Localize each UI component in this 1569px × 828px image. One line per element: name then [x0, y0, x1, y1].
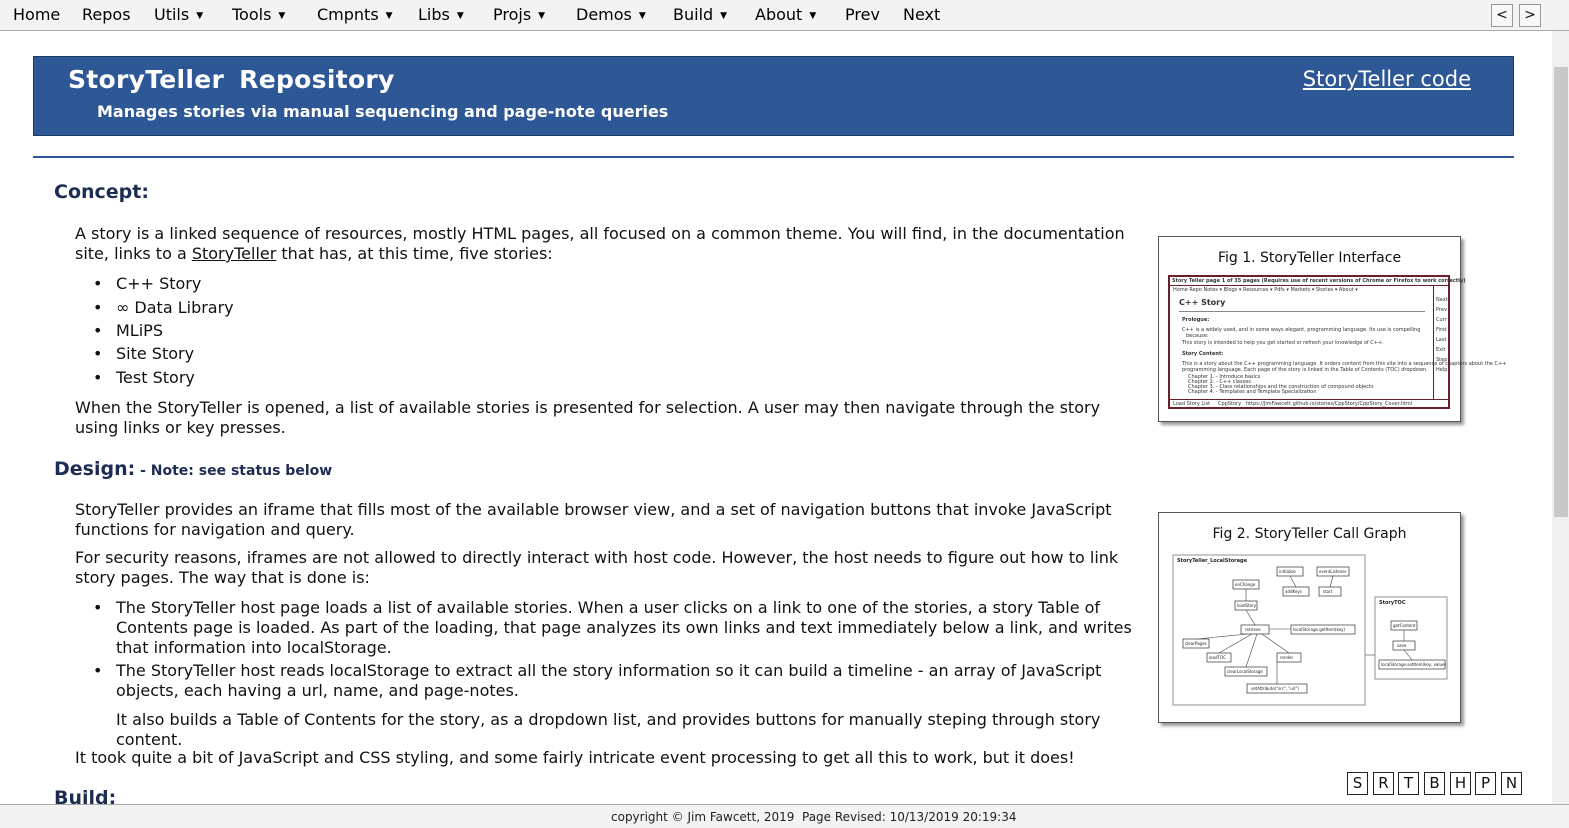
svg-text:StoryTeller_LocalStorage: StoryTeller_LocalStorage — [1177, 558, 1248, 564]
dropdown-caret-icon: ▼ — [720, 11, 728, 21]
dropdown-caret-icon: ▼ — [196, 11, 204, 21]
dropdown-caret-icon: ▼ — [538, 11, 546, 21]
design-status-note: - Note: see status below — [135, 463, 333, 479]
key-button-p[interactable]: P — [1475, 772, 1496, 795]
storyteller-code-link[interactable]: StoryTeller code — [1303, 67, 1471, 91]
svg-text:addKeys: addKeys — [1285, 589, 1302, 594]
header-divider — [33, 156, 1514, 158]
concept-heading: Concept: — [54, 181, 149, 203]
page-footer: copyright © Jim Fawcett, 2019 Page Revis… — [0, 804, 1569, 828]
menu-home[interactable]: Home — [13, 5, 60, 24]
vertical-scrollbar[interactable] — [1552, 31, 1569, 804]
key-button-r[interactable]: R — [1373, 772, 1394, 795]
dropdown-caret-icon: ▼ — [278, 11, 286, 21]
menu-about[interactable]: About ▼ — [755, 5, 816, 24]
figure-caption: Fig 2. StoryTeller Call Graph — [1212, 526, 1407, 542]
svg-text:loadTOC: loadTOC — [1209, 655, 1226, 660]
svg-text:onChange: onChange — [1235, 582, 1256, 587]
figure-storyteller-interface[interactable]: Fig 1. StoryTeller Interface Story Telle… — [1158, 236, 1506, 422]
svg-text:save: save — [1397, 643, 1407, 648]
call-graph-diagram: StoryTeller_LocalStorage StoryTOC initia… — [1172, 554, 1448, 706]
page-header-banner: StoryTeller Repository Manages stories v… — [33, 56, 1514, 136]
svg-text:getContent: getContent — [1393, 623, 1416, 628]
key-button-s[interactable]: S — [1347, 772, 1368, 795]
svg-text:render: render — [1280, 655, 1294, 660]
top-menu-bar: Home Repos Utils ▼ Tools ▼ Cmpnts ▼ Libs ▼ P… — [0, 0, 1569, 31]
menu-cmpnts[interactable]: Cmpnts ▼ — [317, 5, 393, 24]
dropdown-caret-icon: ▼ — [385, 11, 393, 21]
menu-utils[interactable]: Utils ▼ — [154, 5, 203, 24]
menu-next[interactable]: Next — [903, 5, 940, 24]
design-closing: It took quite a bit of JavaScript and CS… — [75, 748, 1075, 767]
svg-text:clearLocalStorage: clearLocalStorage — [1227, 669, 1263, 674]
figure-call-graph[interactable]: Fig 2. StoryTeller Call Graph StoryTelle… — [1158, 512, 1461, 723]
key-button-n[interactable]: N — [1501, 772, 1522, 795]
key-button-t[interactable]: T — [1398, 772, 1419, 795]
svg-text:loadStory: loadStory — [1237, 603, 1257, 608]
menu-prev[interactable]: Prev — [845, 5, 880, 24]
svg-text:StoryTOC: StoryTOC — [1379, 600, 1406, 606]
dropdown-caret-icon: ▼ — [638, 11, 646, 21]
prev-page-button[interactable]: < — [1491, 4, 1513, 27]
menu-projs[interactable]: Projs ▼ — [493, 5, 545, 24]
svg-text:retrieve: retrieve — [1245, 627, 1261, 632]
key-button-b[interactable]: B — [1424, 772, 1445, 795]
storyteller-screenshot-thumbnail: Story Teller page 1 of 35 pages (Require… — [1168, 275, 1506, 409]
menu-build[interactable]: Build ▼ — [673, 5, 727, 24]
scrollbar-thumb[interactable] — [1554, 67, 1568, 517]
svg-text:setAttribute("src", "url"): setAttribute("src", "url") — [1251, 686, 1299, 691]
page-subtitle: Manages stories via manual sequencing an… — [97, 102, 669, 121]
svg-text:localStorage.getItem(key): localStorage.getItem(key) — [1293, 627, 1345, 632]
svg-text:eventListener: eventListener — [1319, 569, 1347, 574]
menu-libs[interactable]: Libs ▼ — [418, 5, 464, 24]
page-title: StoryTeller Repository — [68, 65, 395, 94]
concept-outro: When the StoryTeller is opened, a list o… — [75, 398, 1101, 437]
design-heading: Design: - Note: see status below — [54, 458, 333, 480]
figure-caption: Fig 1. StoryTeller Interface — [1217, 250, 1402, 266]
dropdown-caret-icon: ▼ — [809, 11, 817, 21]
menu-tools[interactable]: Tools ▼ — [232, 5, 285, 24]
next-page-button[interactable]: > — [1519, 4, 1541, 27]
page-revised-text: Page Revised: 10/13/2019 20:19:34 — [802, 810, 1017, 824]
storyteller-link[interactable]: StoryTeller — [192, 244, 276, 263]
key-button-h[interactable]: H — [1450, 772, 1471, 795]
concept-intro: A story is a linked sequence of resource… — [75, 224, 1125, 263]
menu-repos[interactable]: Repos — [82, 5, 131, 24]
design-paragraph: StoryTeller provides an iframe that fill… — [75, 500, 1112, 539]
svg-text:initialize: initialize — [1279, 569, 1296, 574]
copyright-text: copyright © Jim Fawcett, 2019 — [611, 810, 795, 824]
menu-demos[interactable]: Demos ▼ — [576, 5, 646, 24]
svg-text:localStorage.setItem(key, valu: localStorage.setItem(key, value) — [1381, 662, 1446, 667]
svg-text:clearPages: clearPages — [1185, 641, 1207, 646]
svg-text:start: start — [1323, 589, 1333, 594]
dropdown-caret-icon: ▼ — [456, 11, 464, 21]
design-paragraph: For security reasons, iframes are not al… — [75, 548, 1119, 587]
